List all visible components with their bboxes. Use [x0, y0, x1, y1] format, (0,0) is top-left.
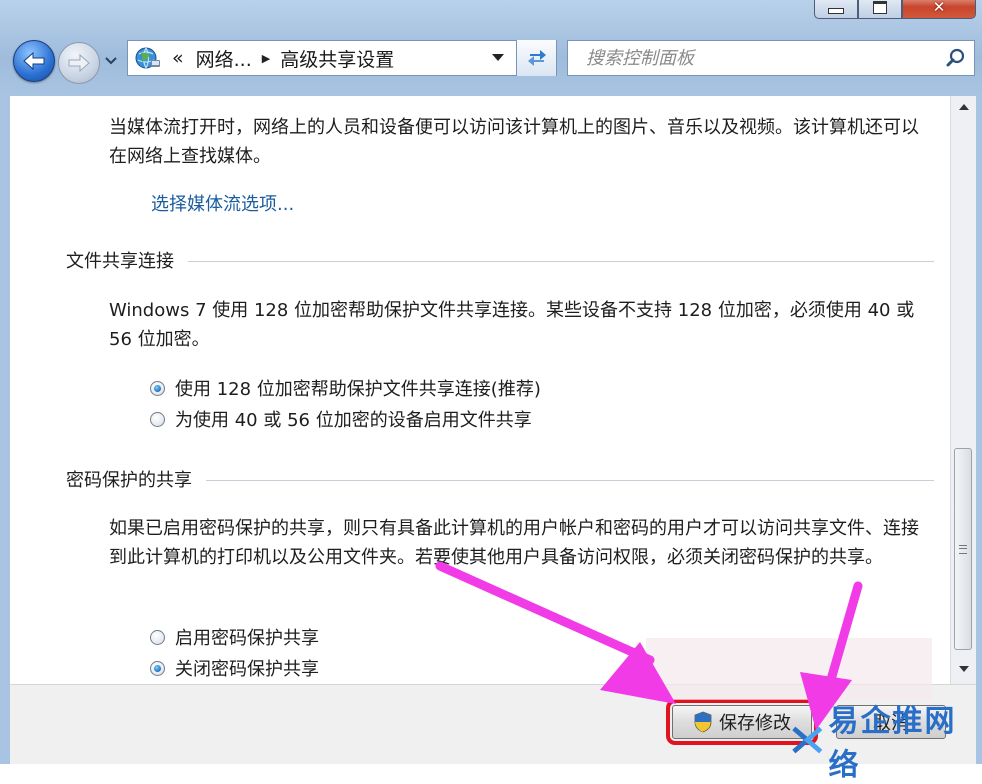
cancel-button-label: 取消	[873, 713, 909, 734]
radio-128bit-encryption[interactable]: 使用 128 位加密帮助保护文件共享连接(推荐)	[150, 375, 541, 401]
vertical-scrollbar[interactable]	[950, 96, 976, 684]
window-frame-right	[976, 96, 982, 764]
minimize-button[interactable]	[814, 0, 858, 19]
radio-button[interactable]	[150, 411, 165, 427]
minimize-icon	[828, 8, 844, 14]
scroll-up-icon	[958, 104, 969, 110]
uac-shield-icon	[694, 711, 712, 733]
search-icon	[946, 48, 965, 67]
address-bar[interactable]: « 网络... ▶ 高级共享设置	[127, 40, 557, 76]
dropdown-arrow-icon	[492, 54, 504, 61]
grip-icon	[959, 544, 967, 554]
radio-label: 使用 128 位加密帮助保护文件共享连接(推荐)	[175, 379, 541, 400]
radio-button[interactable]	[150, 629, 165, 645]
search-input[interactable]	[584, 42, 938, 74]
window-frame-left	[0, 96, 10, 764]
section-divider	[188, 260, 934, 262]
breadcrumb-separator-icon[interactable]: ▶	[262, 52, 270, 65]
cancel-button[interactable]: 取消	[836, 705, 946, 739]
scroll-down-icon	[958, 666, 969, 672]
window-controls: ✕	[814, 0, 976, 19]
scroll-up-button[interactable]	[951, 96, 976, 118]
search-box	[567, 40, 975, 76]
file-sharing-description: Windows 7 使用 128 位加密帮助保护文件共享连接。某些设备不支持 1…	[109, 300, 915, 350]
radio-label: 启用密码保护共享	[175, 628, 319, 649]
back-button[interactable]	[13, 40, 55, 82]
close-icon: ✕	[932, 0, 946, 16]
radio-label: 为使用 40 或 56 位加密的设备启用文件共享	[175, 410, 532, 431]
dialog-footer: 保存修改 取消	[10, 684, 976, 764]
scroll-down-button[interactable]	[951, 658, 976, 680]
network-globe-icon	[135, 47, 160, 69]
close-button[interactable]: ✕	[902, 0, 976, 19]
section-divider	[206, 479, 934, 481]
file-sharing-heading-text: 文件共享连接	[66, 251, 174, 272]
arrow-left-icon	[23, 51, 45, 71]
forward-button[interactable]	[58, 42, 100, 84]
breadcrumb: « 网络... ▶ 高级共享设置	[172, 45, 394, 72]
password-sharing-heading-text: 密码保护的共享	[66, 470, 192, 491]
save-button-label: 保存修改	[719, 713, 791, 734]
radio-40-56bit-encryption[interactable]: 为使用 40 或 56 位加密的设备启用文件共享	[150, 406, 532, 432]
recent-pages-button[interactable]	[104, 56, 118, 66]
maximize-button[interactable]	[858, 0, 902, 19]
search-button[interactable]	[938, 48, 974, 68]
save-changes-button[interactable]: 保存修改	[666, 699, 818, 745]
window-chrome: ✕ « 网络... ▶ 高级共享设置	[0, 0, 982, 96]
chevron-down-icon	[105, 57, 117, 65]
radio-button-selected[interactable]	[150, 660, 165, 676]
password-sharing-heading: 密码保护的共享	[66, 466, 934, 492]
radio-label: 关闭密码保护共享	[175, 659, 319, 680]
breadcrumb-overflow[interactable]: «	[172, 47, 184, 69]
file-sharing-heading: 文件共享连接	[66, 247, 934, 273]
maximize-icon	[873, 0, 887, 14]
breadcrumb-advanced-sharing[interactable]: 高级共享设置	[280, 45, 394, 72]
media-streaming-description: 当媒体流打开时，网络上的人员和设备便可以访问该计算机上的图片、音乐以及视频。该计…	[109, 117, 919, 167]
address-dropdown-button[interactable]	[484, 41, 512, 75]
password-sharing-description: 如果已启用密码保护的共享，则只有具备此计算机的用户帐户和密码的用户才可以访问共享…	[109, 518, 919, 568]
arrow-right-icon	[68, 53, 90, 73]
refresh-button[interactable]	[516, 40, 556, 76]
breadcrumb-network[interactable]: 网络...	[196, 45, 252, 72]
media-streaming-options-link[interactable]: 选择媒体流选项...	[151, 190, 294, 216]
radio-button-selected[interactable]	[150, 380, 165, 396]
advanced-sharing-settings-panel: 当媒体流打开时，网络上的人员和设备便可以访问该计算机上的图片、音乐以及视频。该计…	[10, 96, 950, 684]
scrollbar-thumb[interactable]	[954, 448, 972, 650]
radio-enable-password-sharing[interactable]: 启用密码保护共享	[150, 624, 319, 650]
refresh-icon	[527, 50, 546, 66]
radio-disable-password-sharing[interactable]: 关闭密码保护共享	[150, 655, 319, 681]
